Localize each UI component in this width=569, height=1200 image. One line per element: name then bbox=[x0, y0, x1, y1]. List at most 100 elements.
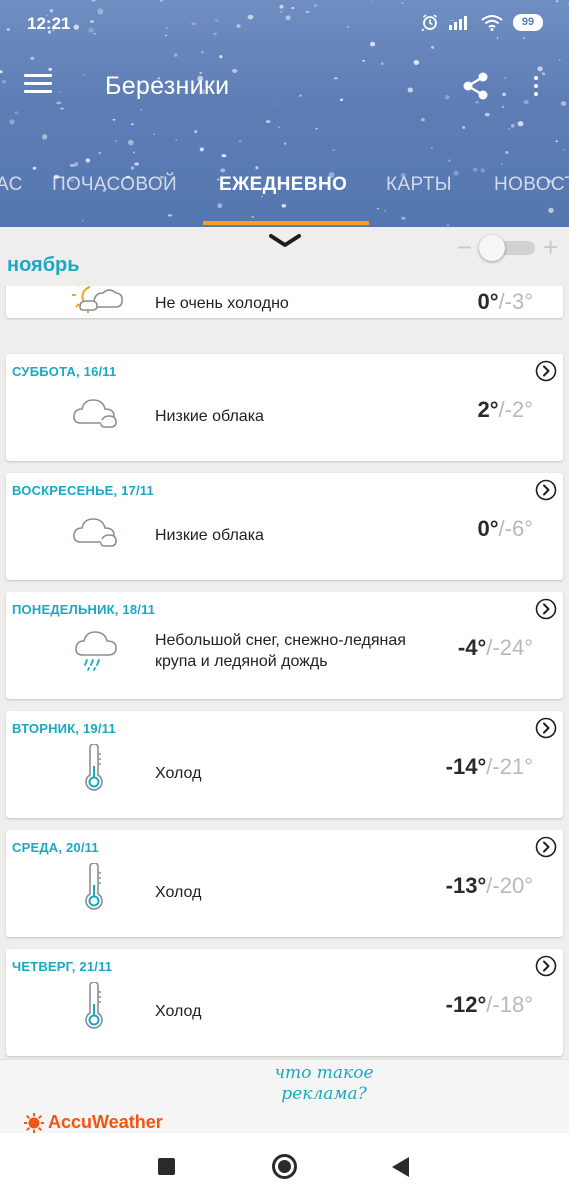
chevron-right-circle-icon[interactable] bbox=[535, 598, 557, 620]
day-phrase: Не очень холодно bbox=[155, 295, 289, 312]
snowflake bbox=[517, 121, 524, 127]
snowflake bbox=[462, 126, 466, 129]
snowflake bbox=[200, 50, 204, 54]
tab-current[interactable]: АС bbox=[0, 174, 23, 196]
high-temp: -13° bbox=[445, 873, 487, 898]
home-button[interactable] bbox=[272, 1154, 297, 1179]
day-card[interactable]: ЧЕТВЕРГ, 21/11 Холод -12°/-18° bbox=[6, 949, 563, 1056]
ad-banner[interactable]: что такое реклама? AccuWeather bbox=[0, 1059, 569, 1133]
snowflake bbox=[265, 120, 271, 123]
snowflake bbox=[277, 126, 281, 128]
more-options-icon[interactable] bbox=[525, 70, 547, 102]
alarm-icon bbox=[423, 14, 437, 30]
snowflake bbox=[42, 134, 48, 140]
snowflake bbox=[555, 140, 558, 143]
thermometer-cold-icon bbox=[85, 982, 103, 1029]
toolbar: Березники bbox=[0, 60, 569, 112]
high-temp: 0° bbox=[477, 516, 499, 541]
day-date: СУББОТА, 16/11 bbox=[12, 364, 117, 379]
partly-sunny-icon bbox=[72, 286, 123, 313]
tab-maps[interactable]: КАРТЫ bbox=[386, 174, 452, 196]
day-phrase: Низкие облака bbox=[155, 527, 264, 544]
day-card[interactable]: Не очень холодно 0°/-3° bbox=[6, 286, 563, 318]
snowflake bbox=[130, 123, 134, 126]
brand-name: AccuWeather bbox=[48, 1112, 163, 1132]
chevron-right-circle-icon[interactable] bbox=[535, 955, 557, 977]
low-temp: /-2° bbox=[498, 397, 533, 422]
back-button[interactable] bbox=[392, 1157, 409, 1177]
share-icon[interactable] bbox=[460, 70, 492, 102]
tab-bar: АС ПОЧАСОВОЙ ЕЖЕДНЕВНО КАРТЫ НОВОСТ bbox=[0, 160, 569, 227]
daily-forecast-list[interactable]: Не очень холодно 0°/-3° СУББОТА, 16/11 Н… bbox=[0, 286, 569, 1059]
toggle-plus-label: + bbox=[543, 232, 559, 262]
chevron-right-circle-icon[interactable] bbox=[535, 717, 557, 739]
snowflake bbox=[505, 151, 509, 154]
low-temp: /-20° bbox=[486, 873, 533, 898]
day-date: ВОСКРЕСЕНЬЕ, 17/11 bbox=[12, 483, 154, 498]
day-card[interactable]: СУББОТА, 16/11 Низкие облака 2°/-2° bbox=[6, 354, 563, 461]
snowflake bbox=[510, 123, 515, 128]
wifi-icon bbox=[481, 14, 503, 31]
day-temperatures: 0°/-3° bbox=[477, 289, 533, 315]
day-card[interactable]: ВТОРНИК, 19/11 Холод -14°/-21° bbox=[6, 711, 563, 818]
snowflake bbox=[221, 154, 227, 158]
tab-daily[interactable]: ЕЖЕДНЕВНО bbox=[219, 174, 347, 196]
city-title[interactable]: Березники bbox=[105, 72, 229, 101]
thermometer-cold-icon bbox=[85, 863, 103, 910]
day-date: ПОНЕДЕЛЬНИК, 18/11 bbox=[12, 602, 156, 617]
day-date: СРЕДА, 20/11 bbox=[12, 840, 99, 855]
snowflake bbox=[173, 53, 178, 57]
snowflake bbox=[128, 139, 134, 146]
day-card[interactable]: СРЕДА, 20/11 Холод -13°/-20° bbox=[6, 830, 563, 937]
snowflake bbox=[507, 128, 510, 130]
thermometer-cold-icon bbox=[85, 744, 103, 791]
day-temperatures: -14°/-21° bbox=[446, 754, 533, 780]
snowflake bbox=[9, 119, 15, 125]
day-temperatures: 0°/-6° bbox=[477, 516, 533, 542]
day-date: ЧЕТВЕРГ, 21/11 bbox=[12, 959, 113, 974]
system-nav-bar bbox=[0, 1133, 569, 1200]
app-header: 12:21 … 99 Березники АС ПОЧАСОВОЙ ЕЖЕДНЕ… bbox=[0, 0, 569, 227]
low-temp: /-24° bbox=[486, 635, 533, 660]
snowflake bbox=[114, 140, 117, 142]
calendar-view-toggle[interactable]: − + bbox=[455, 234, 567, 262]
chevron-right-circle-icon[interactable] bbox=[535, 836, 557, 858]
day-card[interactable]: ВОСКРЕСЕНЬЕ, 17/11 Низкие облака 0°/-6° bbox=[6, 473, 563, 580]
snow-rain-cloud-icon bbox=[75, 631, 117, 671]
day-phrase: Небольшой снег, снежно-ледяная крупа и л… bbox=[155, 632, 406, 670]
svg-text:…: … bbox=[449, 17, 455, 23]
day-card[interactable]: ПОНЕДЕЛЬНИК, 18/11 Небольшой снег, снежн… bbox=[6, 592, 563, 699]
tab-hourly[interactable]: ПОЧАСОВОЙ bbox=[52, 174, 177, 196]
signal-icon: … bbox=[449, 16, 467, 30]
chevron-right-circle-icon[interactable] bbox=[535, 479, 557, 501]
active-tab-indicator bbox=[203, 221, 369, 225]
status-icons: … 99 bbox=[421, 13, 543, 31]
cloud-icon bbox=[73, 518, 117, 547]
cloud-icon bbox=[73, 399, 117, 428]
day-phrase: Холод bbox=[155, 1003, 202, 1020]
low-temp: /-6° bbox=[498, 516, 533, 541]
toggle-knob[interactable] bbox=[479, 235, 505, 261]
day-phrase: Холод bbox=[155, 884, 202, 901]
accuweather-logo: AccuWeather bbox=[24, 1112, 163, 1133]
low-temp: /-18° bbox=[486, 992, 533, 1017]
snowflake bbox=[199, 147, 204, 152]
high-temp: -14° bbox=[445, 754, 487, 779]
snowflake bbox=[153, 133, 155, 135]
high-temp: -12° bbox=[445, 992, 487, 1017]
recent-apps-button[interactable] bbox=[158, 1158, 175, 1175]
chevron-right-circle-icon[interactable] bbox=[535, 360, 557, 382]
status-bar: 12:21 … 99 bbox=[0, 0, 569, 48]
chevron-down-icon[interactable] bbox=[266, 230, 304, 252]
menu-icon[interactable] bbox=[24, 70, 56, 100]
day-temperatures: 2°/-2° bbox=[477, 397, 533, 423]
high-temp: -4° bbox=[457, 635, 487, 660]
snowflake bbox=[238, 140, 242, 143]
high-temp: 0° bbox=[477, 289, 499, 314]
what-is-ad-link[interactable]: что такое реклама? bbox=[274, 1063, 374, 1105]
snowflake bbox=[484, 112, 490, 117]
tab-news[interactable]: НОВОСТ bbox=[494, 174, 569, 196]
day-temperatures: -13°/-20° bbox=[446, 873, 533, 899]
snowflake bbox=[175, 138, 178, 141]
snowflake bbox=[98, 151, 102, 155]
